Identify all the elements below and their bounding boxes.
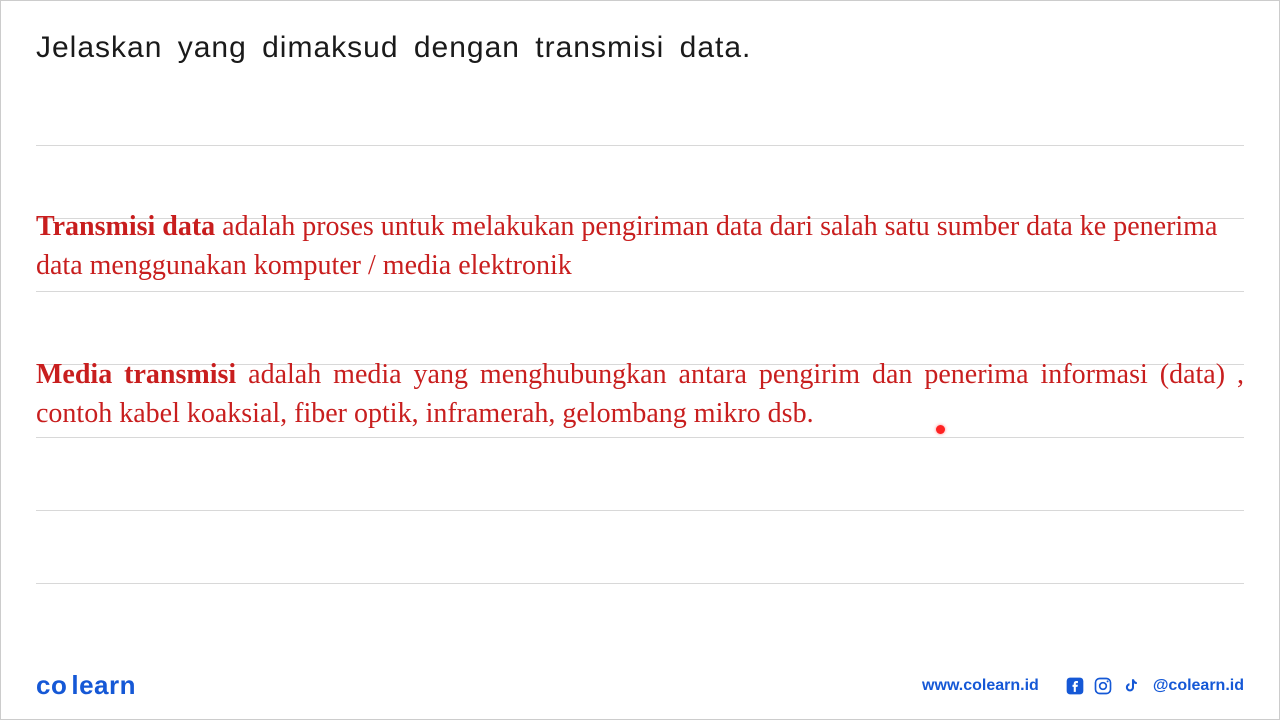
tiktok-icon: [1121, 676, 1141, 696]
rule-line: [36, 291, 1244, 292]
term-media: Media transmisi: [36, 359, 236, 390]
rule-line: [36, 583, 1244, 584]
answer-transmisi-data: Transmisi data adalah proses untuk melak…: [36, 207, 1244, 285]
facebook-icon: [1065, 676, 1085, 696]
social-icons: [1065, 676, 1141, 696]
answer-media-transmisi: Media transmisi adalah media yang menghu…: [36, 355, 1244, 433]
rule-line: [36, 145, 1244, 146]
laser-pointer-dot: [936, 425, 945, 434]
rule-line: [36, 437, 1244, 438]
footer-right: www.colearn.id @colearn.id: [922, 676, 1244, 696]
ruled-answer-area: Transmisi data adalah proses untuk melak…: [36, 145, 1244, 584]
website-url: www.colearn.id: [922, 677, 1039, 695]
term-transmisi: Transmisi data: [36, 211, 215, 242]
instagram-icon: [1093, 676, 1113, 696]
brand-logo: colearn: [36, 670, 136, 701]
footer: colearn www.colearn.id @colearn.id: [1, 670, 1279, 701]
rule-line: [36, 510, 1244, 511]
logo-part-learn: learn: [71, 670, 136, 700]
question-text: Jelaskan yang dimaksud dengan transmisi …: [36, 31, 1244, 65]
logo-part-co: co: [36, 670, 67, 700]
social-handle: @colearn.id: [1153, 677, 1244, 695]
